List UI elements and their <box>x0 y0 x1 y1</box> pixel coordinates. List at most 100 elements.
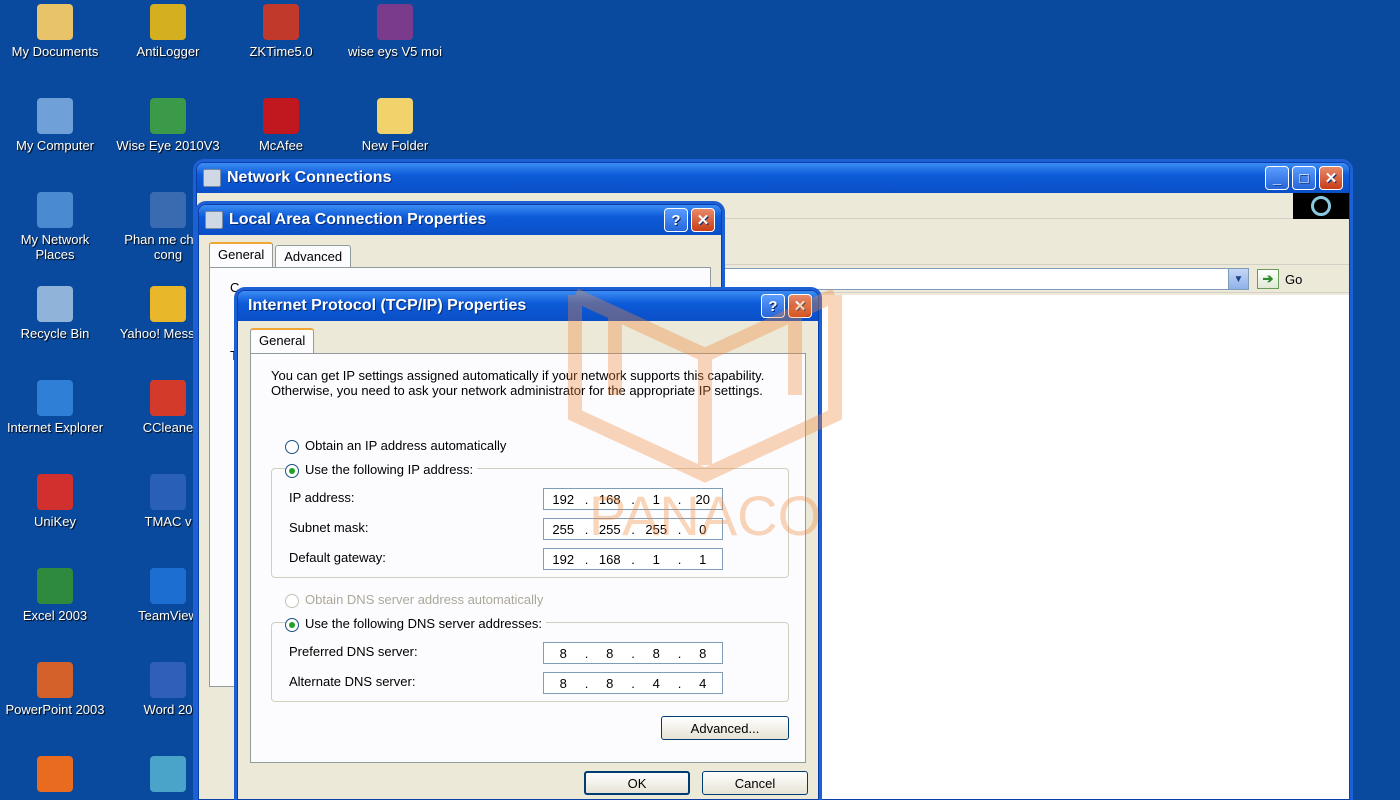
tcpip-title: Internet Protocol (TCP/IP) Properties <box>248 297 527 314</box>
desktop-icon-label: wise eys V5 moi <box>348 44 442 59</box>
powerpoint-icon <box>37 662 73 698</box>
attendance-app-icon <box>150 192 186 228</box>
network-connections-icon <box>203 169 221 187</box>
desktop-icon[interactable] <box>0 756 110 796</box>
help-button[interactable]: ? <box>664 208 688 232</box>
tab-general[interactable]: General <box>209 242 274 267</box>
desktop-icon[interactable]: ZKTime5.0 <box>226 4 336 59</box>
unknown-app-icon <box>150 756 186 792</box>
my-computer-icon <box>37 98 73 134</box>
go-button[interactable]: ➔ Go <box>1257 268 1327 290</box>
desktop-icon[interactable]: Excel 2003 <box>0 568 110 623</box>
desktop-icon-label: PowerPoint 2003 <box>5 702 105 717</box>
zktime-icon <box>263 4 299 40</box>
desktop-icon[interactable]: AntiLogger <box>113 4 223 59</box>
desktop-icon-label: Recycle Bin <box>20 326 90 341</box>
advanced-button[interactable]: Advanced... <box>661 716 789 740</box>
tcpip-properties-dialog: Internet Protocol (TCP/IP) Properties ? … <box>237 290 819 800</box>
window-title: Network Connections <box>227 169 392 186</box>
my-documents-icon <box>37 4 73 40</box>
desktop-icon[interactable]: wise eys V5 moi <box>340 4 450 59</box>
preferred-dns-label: Preferred DNS server: <box>289 644 418 659</box>
wise-eye-icon <box>150 98 186 134</box>
desktop-icon[interactable]: McAfee <box>226 98 336 153</box>
manual-dns-option[interactable]: Use the following DNS server addresses: <box>285 616 546 632</box>
desktop-icon-label: Wise Eye 2010V3 <box>116 138 220 153</box>
word-icon <box>150 662 186 698</box>
desktop-icon-label: UniKey <box>34 514 76 529</box>
alternate-dns-input[interactable]: 8. 8. 4. 4 <box>543 672 723 694</box>
ip-address-input[interactable]: 192. 168. 1. 20 <box>543 488 723 510</box>
desktop-icon-label: My Documents <box>11 44 99 59</box>
ccleaner-icon <box>150 380 186 416</box>
mcafee-icon <box>263 98 299 134</box>
teamviewer-icon <box>150 568 186 604</box>
lac-close-button[interactable]: ✕ <box>691 208 715 232</box>
address-input[interactable]: ▼ <box>717 268 1249 290</box>
manual-ip-label: Use the following IP address: <box>305 462 474 477</box>
chevron-down-icon[interactable]: ▼ <box>1228 269 1248 289</box>
desktop-icon[interactable]: UniKey <box>0 474 110 529</box>
network-adapter-icon <box>205 211 223 229</box>
desktop-icon[interactable]: My Computer <box>0 98 110 153</box>
minimize-button[interactable]: _ <box>1265 166 1289 190</box>
lac-tabbar: General Advanced <box>209 242 711 267</box>
close-button[interactable]: ✕ <box>1319 166 1343 190</box>
tmac-icon <box>150 474 186 510</box>
tcpip-tabpanel: You can get IP settings assigned automat… <box>250 353 806 763</box>
desktop-icon[interactable]: PowerPoint 2003 <box>0 662 110 717</box>
tcpip-close-button[interactable]: ✕ <box>788 294 812 318</box>
firefox-icon <box>37 756 73 792</box>
auto-dns-label: Obtain DNS server address automatically <box>305 592 544 607</box>
tcpip-help-button[interactable]: ? <box>761 294 785 318</box>
desktop-icon-label: AntiLogger <box>136 44 200 59</box>
go-label: Go <box>1285 271 1303 287</box>
desktop-icon[interactable]: My Documents <box>0 4 110 59</box>
alternate-dns-label: Alternate DNS server: <box>289 674 416 689</box>
desktop-icon-label: ZKTime5.0 <box>249 44 313 59</box>
manual-ip-option[interactable]: Use the following IP address: <box>285 462 478 478</box>
archive-icon <box>377 4 413 40</box>
antilogger-icon <box>150 4 186 40</box>
network-places-icon <box>37 192 73 228</box>
yahoo-messenger-icon <box>150 286 186 322</box>
default-gateway-label: Default gateway: <box>289 550 386 565</box>
description-text: You can get IP settings assigned automat… <box>271 368 765 398</box>
recycle-bin-icon <box>37 286 73 322</box>
subnet-mask-label: Subnet mask: <box>289 520 369 535</box>
tcpip-titlebar[interactable]: Internet Protocol (TCP/IP) Properties ? … <box>238 291 818 321</box>
tab-general[interactable]: General <box>250 328 315 353</box>
unikey-icon <box>37 474 73 510</box>
manual-dns-label: Use the following DNS server addresses: <box>305 616 542 631</box>
desktop-icon[interactable]: Wise Eye 2010V3 <box>113 98 223 153</box>
manual-dns-radio[interactable] <box>285 617 299 632</box>
desktop-icon[interactable]: New Folder <box>340 98 450 153</box>
excel-icon <box>37 568 73 604</box>
internet-explorer-icon <box>37 380 73 416</box>
maximize-button[interactable]: □ <box>1292 166 1316 190</box>
tcpip-tabbar: General <box>250 328 806 353</box>
desktop-icon[interactable]: My Network Places <box>0 192 110 262</box>
lac-titlebar[interactable]: Local Area Connection Properties ? ✕ <box>199 205 721 235</box>
folder-icon <box>377 98 413 134</box>
ok-button[interactable]: OK <box>584 771 690 795</box>
desktop-icon-label: My Network Places <box>20 232 90 262</box>
cancel-button[interactable]: Cancel <box>702 771 808 795</box>
desktop-icon-label: New Folder <box>361 138 429 153</box>
auto-ip-label: Obtain an IP address automatically <box>305 438 507 453</box>
auto-ip-option[interactable]: Obtain an IP address automatically <box>285 438 506 454</box>
desktop-icon-label: Excel 2003 <box>22 608 88 623</box>
windows-logo-icon <box>1293 193 1349 219</box>
tab-advanced[interactable]: Advanced <box>275 245 352 267</box>
auto-ip-radio[interactable] <box>285 439 299 454</box>
subnet-mask-input[interactable]: 255. 255. 255. 0 <box>543 518 723 540</box>
manual-ip-radio[interactable] <box>285 463 299 478</box>
preferred-dns-input[interactable]: 8. 8. 8. 8 <box>543 642 723 664</box>
auto-dns-radio[interactable] <box>285 593 299 608</box>
desktop-icon[interactable]: Internet Explorer <box>0 380 110 435</box>
network-connections-titlebar[interactable]: Network Connections _ □ ✕ <box>197 163 1349 193</box>
desktop-icon[interactable]: Recycle Bin <box>0 286 110 341</box>
go-arrow-icon: ➔ <box>1257 269 1279 289</box>
auto-dns-option[interactable]: Obtain DNS server address automatically <box>285 592 543 608</box>
default-gateway-input[interactable]: 192. 168. 1. 1 <box>543 548 723 570</box>
